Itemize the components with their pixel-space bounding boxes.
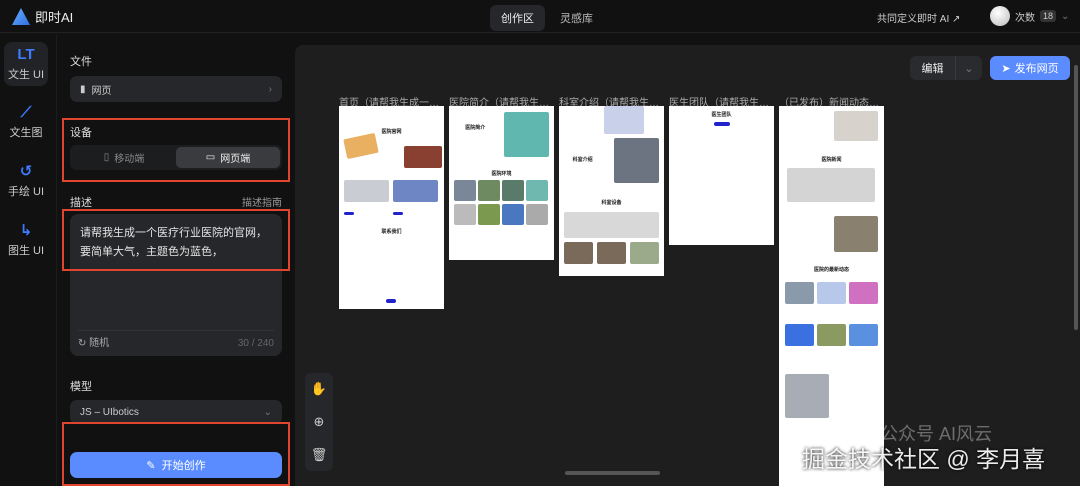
rail-label: 文生图 — [9, 127, 43, 139]
phone-icon: ▯ — [103, 152, 110, 163]
user-menu[interactable]: 次数 18 ⌄ — [990, 6, 1069, 26]
settings-panel: 文件 ▮ 网页 › 设备 ▯ 移动端 ▭ 网页端 描述 描述指南 请帮我生成一个医疗… — [56, 34, 294, 486]
highlight-box — [62, 209, 290, 271]
rail-text-to-ui[interactable]: LT 文生 UI — [4, 42, 48, 86]
cocreate-link[interactable]: 共同定义即时 AI ↗ — [877, 10, 960, 25]
thumb-subheading: 医院环境 — [491, 171, 512, 177]
rail-label: 图生 UI — [7, 245, 45, 257]
rail-text-to-image[interactable]: ⟋ 文生图 — [4, 100, 48, 144]
edit-label[interactable]: 编辑 — [910, 56, 956, 80]
edit-button[interactable]: 编辑 ⌄ — [910, 56, 982, 80]
top-bar: 即时AI 创作区 灵感库 共同定义即时 AI ↗ 次数 18 ⌄ — [0, 0, 1080, 33]
chart-icon: ⟋ — [20, 104, 32, 121]
tab-create[interactable]: 创作区 — [490, 5, 545, 31]
file-label: 文件 — [70, 56, 92, 68]
image-ui-icon: ↳ — [19, 222, 33, 239]
model-label: 模型 — [70, 381, 92, 393]
random-label: 随机 — [89, 338, 110, 349]
canvas-toolbar: ✋ ⊕ 🗑 — [305, 373, 333, 471]
file-value: 网页 — [91, 85, 112, 97]
start-create-button[interactable]: ✎ 开始创作 — [70, 452, 282, 478]
target-icon[interactable]: ⊕ — [314, 414, 325, 430]
page-thumbnail-about[interactable]: 医院简介 医院环境 — [449, 106, 554, 260]
description-guide-link[interactable]: 描述指南 — [242, 194, 282, 209]
credits-count: 18 — [1040, 10, 1057, 22]
model-select[interactable]: JS – UIbotics ⌄ — [70, 400, 282, 424]
rail-image-to-ui[interactable]: ↳ 图生 UI — [4, 217, 48, 262]
send-icon: ➤ — [1001, 62, 1011, 75]
trash-icon[interactable]: 🗑 — [311, 447, 328, 463]
page-thumbnail-news[interactable]: 医院新闻 医院的最新动态 — [779, 106, 884, 486]
app-name: 即时AI — [35, 10, 74, 25]
device-option-label: 网页端 — [220, 154, 251, 165]
file-select[interactable]: ▮ 网页 › — [70, 76, 282, 102]
thumb-heading: 医院官网 — [381, 129, 402, 135]
device-option-label: 移动端 — [114, 154, 145, 165]
rail-label: 手绘 UI — [7, 186, 45, 198]
refresh-icon: ↻ — [78, 338, 87, 349]
thumb-heading: 医院新闻 — [821, 157, 842, 163]
rail-label: 文生 UI — [7, 69, 45, 81]
thumb-heading: 科室介绍 — [572, 157, 593, 163]
device-mobile[interactable]: ▯ 移动端 — [72, 147, 176, 168]
device-web[interactable]: ▭ 网页端 — [176, 147, 280, 168]
avatar[interactable] — [990, 6, 1010, 26]
tab-inspiration[interactable]: 灵感库 — [549, 5, 604, 31]
sketch-icon: ↺ — [19, 163, 33, 180]
device-label: 设备 — [70, 127, 92, 139]
description-footer: ↻ 随机 30 / 240 — [78, 330, 274, 356]
page-thumbnail-doctors[interactable]: 医生团队 — [669, 106, 774, 245]
publish-button[interactable]: ➤ 发布网页 — [990, 56, 1070, 80]
thumb-subheading: 医院的最新动态 — [813, 267, 849, 273]
char-count: 30 / 240 — [237, 338, 274, 349]
mode-rail: LT 文生 UI ⟋ 文生图 ↺ 手绘 UI ↳ 图生 UI — [0, 34, 56, 486]
chevron-right-icon: › — [268, 83, 272, 95]
thumb-subheading: 科室设备 — [601, 200, 622, 206]
chevron-down-icon[interactable]: ⌄ — [956, 56, 982, 80]
random-button[interactable]: ↻ 随机 — [78, 334, 109, 353]
file-icon: ▮ — [80, 83, 86, 95]
main-tabs: 创作区 灵感库 — [490, 5, 604, 31]
chevron-down-icon[interactable]: ⌄ — [1061, 11, 1069, 22]
model-value: JS – UIbotics — [80, 406, 139, 418]
credits-label: 次数 — [1015, 12, 1035, 24]
publish-label: 发布网页 — [1014, 63, 1059, 75]
page-thumbnail-departments[interactable]: 科室介绍 科室设备 — [559, 106, 664, 276]
watermark: 掘金技术社区 @ 李月喜 — [802, 446, 1046, 472]
rail-sketch-ui[interactable]: ↺ 手绘 UI — [4, 158, 48, 203]
device-toggle: ▯ 移动端 ▭ 网页端 — [70, 145, 282, 170]
start-label: 开始创作 — [161, 460, 206, 472]
vertical-scrollbar[interactable] — [1074, 65, 1078, 330]
magic-wand-icon: ✎ — [146, 459, 156, 472]
text-ui-icon: LT — [17, 46, 35, 63]
thumb-subheading: 联系我们 — [381, 229, 402, 235]
hand-icon[interactable]: ✋ — [311, 381, 327, 397]
thumb-heading: 医生团队 — [711, 112, 732, 118]
thumb-heading: 医院简介 — [465, 125, 486, 131]
monitor-icon: ▭ — [205, 152, 216, 163]
chevron-down-icon: ⌄ — [263, 406, 272, 418]
horizontal-scrollbar[interactable] — [565, 471, 660, 475]
logo-icon — [12, 8, 30, 25]
description-label: 描述 — [70, 197, 92, 209]
app-logo[interactable]: 即时AI — [12, 7, 73, 26]
page-thumbnail-home[interactable]: 医院官网 联系我们 — [339, 106, 444, 309]
